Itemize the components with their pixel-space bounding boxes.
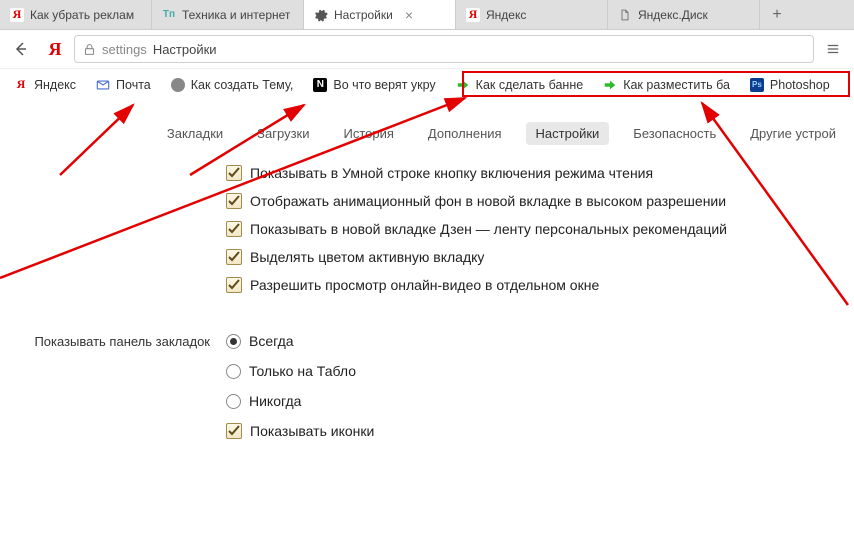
radio-icon	[226, 394, 241, 409]
radio-row[interactable]: Только на Табло	[226, 363, 854, 379]
checkbox-checked-icon	[226, 221, 242, 237]
checkbox-checked-icon	[226, 277, 242, 293]
checkbox-row[interactable]: Выделять цветом активную вкладку	[226, 249, 854, 265]
radio-row[interactable]: Никогда	[226, 393, 854, 409]
settings-body: Показывать в Умной строке кнопку включен…	[0, 159, 854, 451]
new-tab-button[interactable]: +	[760, 0, 794, 29]
radio-label: Никогда	[249, 393, 301, 409]
nav-addons[interactable]: Дополнения	[418, 122, 512, 145]
address-prefix: settings	[102, 42, 147, 57]
yandex-icon: Я	[466, 8, 480, 22]
menu-button[interactable]	[818, 34, 848, 64]
tab-1[interactable]: Tп Техника и интернет	[152, 0, 304, 29]
address-bar[interactable]: settings Настройки	[74, 35, 814, 63]
tab-title: Техника и интернет	[182, 8, 290, 22]
bookmark-item[interactable]: N Во что верят укру	[305, 74, 443, 96]
checkbox-checked-icon	[226, 193, 242, 209]
nav-downloads[interactable]: Загрузки	[247, 122, 319, 145]
checkbox-row[interactable]: Показывать в Умной строке кнопку включен…	[226, 165, 854, 181]
radio-label: Всегда	[249, 333, 294, 349]
yandex-icon: Я	[14, 78, 28, 92]
checkbox-label: Разрешить просмотр онлайн-видео в отдель…	[250, 277, 599, 293]
bookmark-item[interactable]: Как создать Тему,	[163, 74, 302, 96]
lock-icon	[83, 43, 96, 56]
tab-strip: Я Как убрать реклам Tп Техника и интерне…	[0, 0, 854, 30]
tab-3[interactable]: Я Яндекс	[456, 0, 608, 29]
yandex-icon: Я	[10, 8, 24, 22]
nav-bookmarks[interactable]: Закладки	[157, 122, 233, 145]
tab-4[interactable]: Яндекс.Диск	[608, 0, 760, 29]
bookmark-label: Как создать Тему,	[191, 78, 294, 92]
radio-label: Только на Табло	[249, 363, 356, 379]
section-label: Показывать панель закладок	[0, 333, 226, 351]
tab-title: Яндекс	[486, 8, 526, 22]
nav-other[interactable]: Другие устрой	[740, 122, 846, 145]
checkbox-label: Показывать в Умной строке кнопку включен…	[250, 165, 653, 181]
bookmark-item[interactable]: Я Яндекс	[6, 74, 84, 96]
close-icon[interactable]: ×	[405, 7, 413, 23]
bookmark-label: Почта	[116, 78, 151, 92]
checkbox-checked-icon	[226, 423, 242, 439]
checkbox-label: Показывать в новой вкладке Дзен — ленту …	[250, 221, 727, 237]
settings-nav: Закладки Загрузки История Дополнения Нас…	[0, 100, 854, 159]
document-icon	[618, 8, 632, 22]
checkbox-label: Выделять цветом активную вкладку	[250, 249, 484, 265]
checkbox-row[interactable]: Отображать анимационный фон в новой вкла…	[226, 193, 854, 209]
checkbox-label: Отображать анимационный фон в новой вкла…	[250, 193, 726, 209]
gear-icon	[314, 8, 328, 22]
bookmark-label: Во что верят укру	[333, 78, 435, 92]
checkbox-checked-icon	[226, 165, 242, 181]
annotation-box	[462, 71, 850, 97]
radio-selected-icon	[226, 334, 241, 349]
home-button[interactable]: Я	[40, 34, 70, 64]
checkbox-row[interactable]: Показывать в новой вкладке Дзен — ленту …	[226, 221, 854, 237]
checkbox-checked-icon	[226, 249, 242, 265]
checkbox-label: Показывать иконки	[250, 423, 374, 439]
nav-settings[interactable]: Настройки	[526, 122, 610, 145]
tab-title: Настройки	[334, 8, 393, 22]
checkbox-row[interactable]: Разрешить просмотр онлайн-видео в отдель…	[226, 277, 854, 293]
nav-history[interactable]: История	[333, 122, 403, 145]
tab-0[interactable]: Я Как убрать реклам	[0, 0, 152, 29]
nav-security[interactable]: Безопасность	[623, 122, 726, 145]
site-icon	[171, 78, 185, 92]
bookmark-item[interactable]: Почта	[88, 74, 159, 96]
address-text: Настройки	[153, 42, 217, 57]
radio-row[interactable]: Всегда	[226, 333, 854, 349]
site-icon: N	[313, 78, 327, 92]
tab-2[interactable]: Настройки ×	[304, 0, 456, 29]
site-icon: Tп	[162, 8, 176, 22]
mail-icon	[96, 78, 110, 92]
tab-title: Яндекс.Диск	[638, 8, 708, 22]
tab-title: Как убрать реклам	[30, 8, 134, 22]
radio-icon	[226, 364, 241, 379]
bookmarks-bar: Я Яндекс Почта Как создать Тему, N Во чт…	[0, 68, 854, 100]
back-button[interactable]	[6, 34, 36, 64]
checkbox-row[interactable]: Показывать иконки	[226, 423, 854, 439]
bookmark-label: Яндекс	[34, 78, 76, 92]
address-row: Я settings Настройки	[0, 30, 854, 68]
